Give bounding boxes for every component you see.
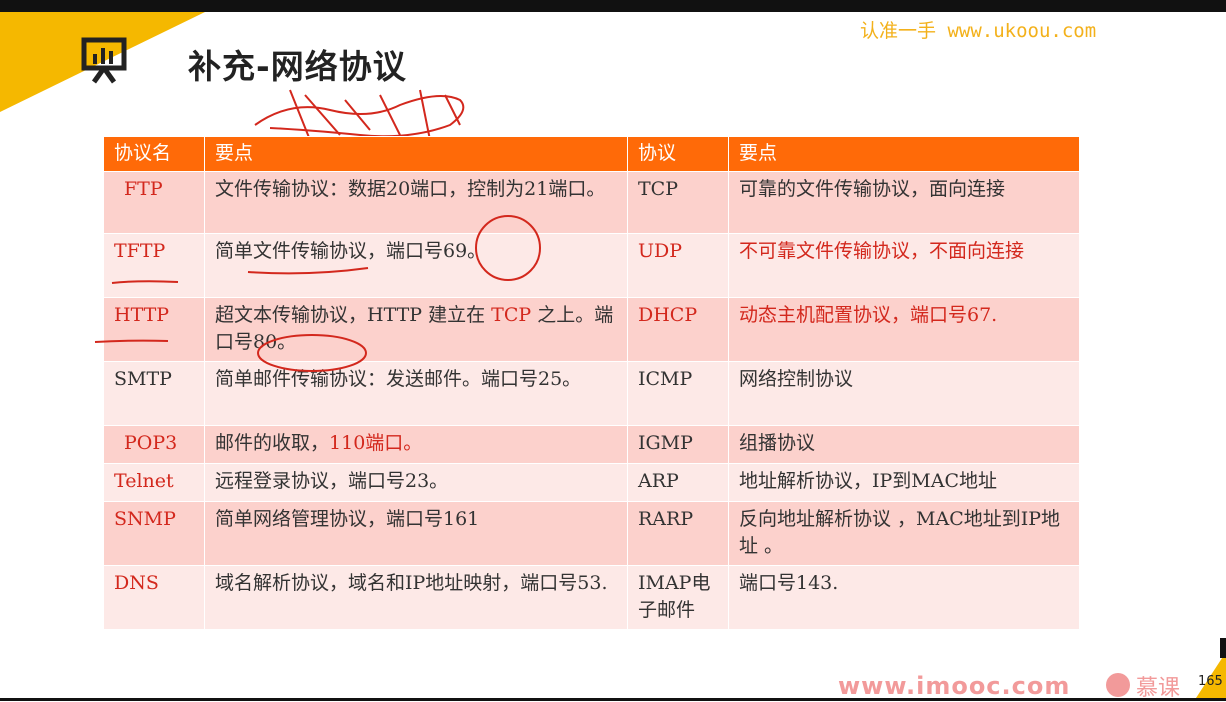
table-row: SNMP 简单网络管理协议，端口号161 RARP 反向地址解析协议 ，MAC地… bbox=[103, 501, 1080, 566]
protocol-cell: Telnet bbox=[103, 463, 205, 502]
protocol-cell: TFTP bbox=[103, 233, 205, 298]
description-cell: 简单邮件传输协议：发送邮件。端口号25。 bbox=[204, 361, 628, 426]
description-cell: 反向地址解析协议 ，MAC地址到IP地址 。 bbox=[728, 501, 1080, 566]
protocol-cell: POP3 bbox=[103, 425, 205, 464]
table-row: DNS 域名解析协议，域名和IP地址映射，端口号53. IMAP电子邮件 端口号… bbox=[103, 565, 1080, 630]
description-text: 超文本传输协议，HTTP 建立在 bbox=[215, 304, 486, 326]
description-cell: 地址解析协议，IP到MAC地址 bbox=[728, 463, 1080, 502]
protocol-cell: HTTP bbox=[103, 297, 205, 362]
description-cell: 动态主机配置协议，端口号67. bbox=[728, 297, 1080, 362]
protocol-cell: SMTP bbox=[103, 361, 205, 426]
protocol-table: 协议名 要点 协议 要点 FTP 文件传输协议：数据20端口，控制为21端口。 … bbox=[103, 136, 1080, 630]
protocol-cell: DHCP bbox=[627, 297, 729, 362]
protocol-cell: TCP bbox=[627, 171, 729, 234]
header-protocol-name: 协议名 bbox=[103, 136, 205, 172]
description-text: 邮件的收取， bbox=[215, 432, 330, 454]
description-cell: 网络控制协议 bbox=[728, 361, 1080, 426]
protocol-cell: UDP bbox=[627, 233, 729, 298]
protocol-cell: ICMP bbox=[627, 361, 729, 426]
protocol-cell: RARP bbox=[627, 501, 729, 566]
description-highlight: 110端口。 bbox=[329, 432, 423, 454]
brand-logo-icon bbox=[1106, 673, 1130, 697]
table-row: SMTP 简单邮件传输协议：发送邮件。端口号25。 ICMP 网络控制协议 bbox=[103, 361, 1080, 426]
table-row: Telnet 远程登录协议，端口号23。 ARP 地址解析协议，IP到MAC地址 bbox=[103, 463, 1080, 502]
edge-marker bbox=[1220, 638, 1226, 658]
header-protocol: 协议 bbox=[627, 136, 729, 172]
footer-site: www.imooc.com bbox=[838, 672, 1071, 700]
protocol-cell: SNMP bbox=[103, 501, 205, 566]
table-row: FTP 文件传输协议：数据20端口，控制为21端口。 TCP 可靠的文件传输协议… bbox=[103, 171, 1080, 234]
protocol-cell: IGMP bbox=[627, 425, 729, 464]
presentation-icon bbox=[81, 37, 127, 84]
page-number: 165 bbox=[1198, 674, 1223, 689]
protocol-cell: IMAP电子邮件 bbox=[627, 565, 729, 630]
description-cell: 不可靠文件传输协议，不面向连接 bbox=[728, 233, 1080, 298]
protocol-cell: DNS bbox=[103, 565, 205, 630]
description-cell: 简单网络管理协议，端口号161 bbox=[204, 501, 628, 566]
description-cell: 可靠的文件传输协议，面向连接 bbox=[728, 171, 1080, 234]
top-black-bar bbox=[0, 0, 1226, 12]
table-header-row: 协议名 要点 协议 要点 bbox=[103, 136, 1080, 172]
description-cell: 端口号143. bbox=[728, 565, 1080, 630]
header-key-points-2: 要点 bbox=[728, 136, 1080, 172]
table-row: HTTP 超文本传输协议，HTTP 建立在 TCP 之上。端口号80。 DHCP… bbox=[103, 297, 1080, 362]
description-cell: 域名解析协议，域名和IP地址映射，端口号53. bbox=[204, 565, 628, 630]
protocol-cell: FTP bbox=[103, 171, 205, 234]
description-highlight: TCP bbox=[491, 304, 532, 326]
description-cell: 邮件的收取，110端口。 bbox=[204, 425, 628, 464]
description-cell: 文件传输协议：数据20端口，控制为21端口。 bbox=[204, 171, 628, 234]
table-row: TFTP 简单文件传输协议，端口号69。 UDP 不可靠文件传输协议，不面向连接 bbox=[103, 233, 1080, 298]
protocol-cell: ARP bbox=[627, 463, 729, 502]
header-key-points: 要点 bbox=[204, 136, 628, 172]
description-cell: 远程登录协议，端口号23。 bbox=[204, 463, 628, 502]
description-cell: 超文本传输协议，HTTP 建立在 TCP 之上。端口号80。 bbox=[204, 297, 628, 362]
table-row: POP3 邮件的收取，110端口。 IGMP 组播协议 bbox=[103, 425, 1080, 464]
description-cell: 组播协议 bbox=[728, 425, 1080, 464]
watermark-text: 认准一手 www.ukoou.com bbox=[860, 20, 1097, 42]
description-cell: 简单文件传输协议，端口号69。 bbox=[204, 233, 628, 298]
